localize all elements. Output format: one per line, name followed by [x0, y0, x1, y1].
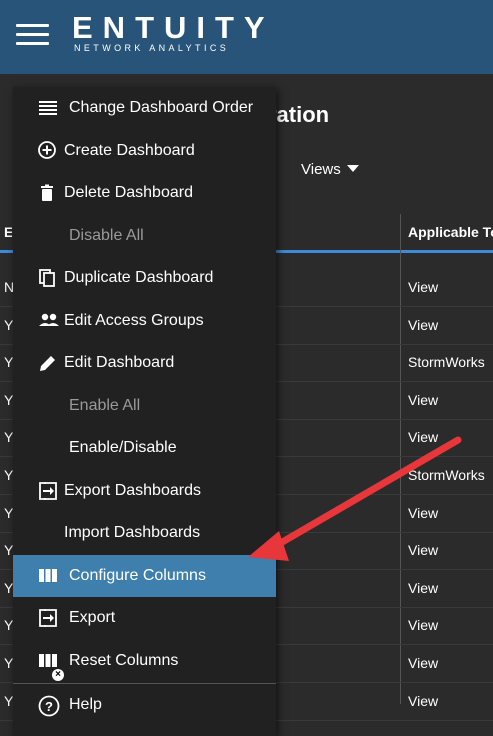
menu-item-label: Enable All — [69, 397, 141, 414]
menu-item-import-dashboards[interactable]: Import Dashboards — [13, 512, 276, 554]
cell-enabled: Y — [4, 692, 14, 709]
menu-item-edit-dashboard[interactable]: Edit Dashboard — [13, 342, 276, 384]
entuity-logo: ENTUITY — [72, 10, 275, 45]
cell-enabled: Y — [4, 579, 14, 596]
menu-item-label: Export — [69, 609, 116, 626]
cell-enabled: Y — [4, 504, 14, 521]
menu-item-enable-disable[interactable]: Enable/Disable — [13, 427, 276, 469]
cell-applicable-to: View — [408, 279, 439, 295]
trash-icon — [38, 183, 58, 203]
menu-item-delete-dashboard[interactable]: Delete Dashboard — [13, 172, 276, 214]
menu-item-help[interactable]: ? Help — [13, 684, 276, 726]
cell-enabled: Y — [4, 542, 14, 559]
cell-applicable-to: StormWorks — [408, 467, 485, 483]
menu-item-label: Reset Columns — [69, 652, 179, 669]
columns-icon — [38, 651, 58, 671]
export-icon — [38, 481, 58, 501]
column-header-applicable-to[interactable]: Applicable To — [408, 214, 493, 250]
help-icon: ? — [38, 695, 60, 717]
reorder-icon — [38, 98, 58, 118]
columns-icon — [38, 566, 58, 586]
menu-item-duplicate-dashboard[interactable]: Duplicate Dashboard — [13, 257, 276, 299]
menu-item-create-dashboard[interactable]: Create Dashboard — [13, 130, 276, 172]
cell-applicable-to: View — [408, 504, 439, 521]
menu-item-configure-columns[interactable]: Configure Columns — [13, 555, 276, 597]
cell-enabled: Y — [4, 391, 14, 408]
menu-item-label: Configure Columns — [69, 567, 206, 584]
cell-enabled: Y — [4, 467, 14, 483]
cell-enabled: Y — [4, 617, 14, 634]
add-circle-icon — [38, 141, 58, 161]
people-icon — [38, 311, 59, 331]
dashboard-actions-menu: Change Dashboard Order Create Dashboard De… — [13, 87, 276, 736]
menu-item-label: Delete Dashboard — [64, 184, 193, 201]
menu-item-label: Help — [69, 696, 102, 713]
menu-item-edit-access-groups[interactable]: Edit Access Groups — [13, 300, 276, 342]
export-icon — [38, 608, 58, 628]
cell-applicable-to: View — [408, 579, 439, 596]
menu-item-export-dashboards[interactable]: Export Dashboards — [13, 470, 276, 512]
menu-item-change-dashboard-order[interactable]: Change Dashboard Order — [13, 87, 276, 129]
views-label: Views — [301, 161, 341, 178]
cell-applicable-to: View — [408, 617, 439, 634]
menu-item-label: Edit Access Groups — [64, 312, 204, 329]
pencil-icon — [38, 353, 58, 373]
svg-text:?: ? — [45, 699, 53, 714]
menu-item-enable-all[interactable]: Enable All — [13, 385, 276, 427]
cell-enabled: Y — [4, 655, 14, 671]
cell-applicable-to: View — [408, 429, 439, 446]
menu-item-disable-all[interactable]: Disable All — [13, 215, 276, 257]
menu-item-label: Export Dashboards — [64, 482, 201, 499]
hamburger-menu-icon[interactable] — [16, 24, 49, 46]
menu-item-label: Edit Dashboard — [64, 354, 175, 371]
page-title: ration — [268, 102, 330, 127]
caret-down-icon — [346, 165, 359, 172]
menu-item-label: Duplicate Dashboard — [64, 269, 214, 286]
cell-applicable-to: StormWorks — [408, 354, 485, 371]
cell-applicable-to: View — [408, 692, 439, 709]
close-badge-icon[interactable]: × — [52, 669, 64, 681]
views-dropdown-button[interactable]: Views — [301, 161, 359, 178]
cell-applicable-to: View — [408, 655, 439, 671]
menu-item-export[interactable]: Export — [13, 597, 276, 639]
menu-divider — [13, 683, 276, 684]
entuity-logo-subtitle: NETWORK ANALYTICS — [74, 43, 230, 53]
menu-item-label: Import Dashboards — [64, 524, 201, 541]
column-header-enabled[interactable]: E — [4, 214, 12, 250]
menu-item-label: Change Dashboard Order — [69, 99, 254, 116]
top-header-bar: ENTUITY NETWORK ANALYTICS — [0, 0, 493, 74]
cell-enabled: Y — [4, 429, 14, 446]
cell-applicable-to: View — [408, 316, 439, 333]
menu-item-label: Create Dashboard — [64, 142, 195, 159]
menu-item-label: Enable/Disable — [69, 439, 177, 456]
cell-applicable-to: View — [408, 542, 439, 559]
cell-applicable-to: View — [408, 391, 439, 408]
menu-item-label: Disable All — [69, 227, 144, 244]
copy-icon — [38, 268, 58, 288]
cell-enabled: Y — [4, 316, 14, 333]
cell-enabled: Y — [4, 354, 14, 371]
